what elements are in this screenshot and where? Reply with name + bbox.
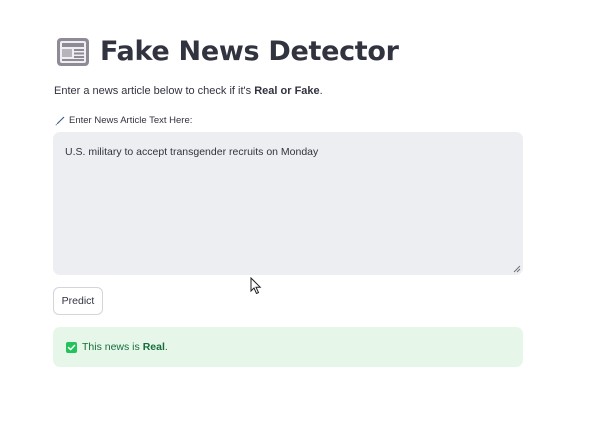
app-root: Fake News Detector Enter a news article …: [0, 0, 594, 438]
intro-text: Enter a news article below to check if i…: [54, 85, 323, 97]
title-row: Fake News Detector: [56, 34, 399, 70]
resize-handle-icon[interactable]: [513, 265, 521, 273]
intro-fake: Fake: [294, 85, 320, 97]
newspaper-icon: [57, 38, 89, 66]
result-text: This news is Real.: [82, 341, 168, 353]
mouse-cursor-icon: [250, 277, 262, 295]
result-suffix: .: [164, 341, 168, 353]
result-prefix: This news is: [82, 341, 143, 353]
article-field-label: Enter News Article Text Here:: [55, 115, 192, 126]
predict-button[interactable]: Predict: [53, 287, 103, 315]
article-field-label-text: Enter News Article Text Here:: [69, 115, 193, 126]
intro-real: Real: [254, 85, 278, 97]
page-title: Fake News Detector: [100, 36, 399, 67]
intro-or: or: [277, 85, 295, 97]
intro-prefix: Enter a news article below to check if i…: [54, 85, 255, 97]
result-verdict: Real: [142, 341, 165, 353]
intro-suffix: .: [319, 85, 323, 97]
pencil-icon: [55, 116, 65, 125]
article-textarea-container: U.S. military to accept transgender recr…: [53, 132, 523, 275]
result-alert: This news is Real.: [53, 327, 523, 367]
check-box-icon: [66, 341, 77, 353]
article-textarea[interactable]: U.S. military to accept transgender recr…: [53, 132, 523, 275]
